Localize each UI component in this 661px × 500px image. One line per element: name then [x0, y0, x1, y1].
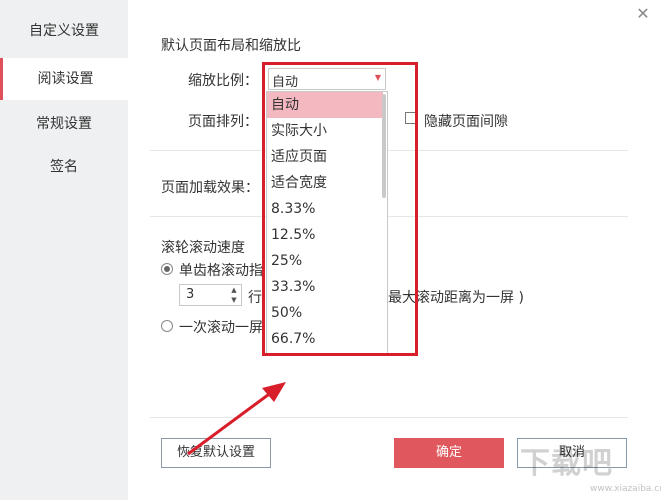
sidebar-item-general-settings[interactable]: 常规设置: [0, 103, 128, 145]
radio-one-screen[interactable]: [161, 320, 173, 332]
sidebar-item-signature[interactable]: 签名: [0, 146, 128, 188]
zoom-dropdown-list: 自动 实际大小 适应页面 适合宽度 8.33% 12.5% 25% 33.3% …: [266, 91, 388, 354]
radio-single-notch[interactable]: [161, 263, 173, 275]
divider: [150, 150, 628, 151]
zoom-option[interactable]: 适合宽度: [267, 170, 387, 196]
zoom-option[interactable]: 实际大小: [267, 118, 387, 144]
chevron-down-icon[interactable]: ▼: [375, 73, 381, 82]
ok-button[interactable]: 确定: [394, 438, 504, 468]
watermark-logo: 下载吧: [520, 446, 613, 481]
zoom-option[interactable]: 12.5%: [267, 222, 387, 248]
scroll-section-title: 滚轮滚动速度: [161, 240, 245, 256]
zoom-option[interactable]: 50%: [267, 300, 387, 326]
zoom-option[interactable]: 66.7%: [267, 326, 387, 352]
spin-up-icon[interactable]: ▲: [227, 285, 241, 295]
lines-unit-label: 行: [248, 290, 262, 306]
scroll-hint-text: 最大滚动距离为一屏 ): [388, 290, 524, 306]
zoom-select[interactable]: 自动 ▼: [268, 68, 386, 90]
zoom-option[interactable]: 适应页面: [267, 144, 387, 170]
hide-gap-label: 隐藏页面间隙: [424, 114, 508, 130]
scroll-lines-value: 3: [186, 287, 195, 302]
dropdown-scrollbar[interactable]: [382, 94, 386, 198]
zoom-label: 缩放比例：: [188, 73, 258, 89]
zoom-option[interactable]: 自动: [267, 92, 383, 118]
scroll-lines-stepper[interactable]: 3 ▲ ▼: [179, 284, 242, 306]
zoom-option[interactable]: 25%: [267, 248, 387, 274]
divider: [150, 417, 628, 418]
sidebar-title: 自定义设置: [29, 23, 99, 39]
radio-one-screen-label: 一次滚动一屏: [179, 320, 263, 336]
layout-section-title: 默认页面布局和缩放比: [161, 38, 301, 54]
hide-gap-checkbox[interactable]: [405, 112, 417, 124]
load-effect-label: 页面加载效果：: [161, 180, 259, 196]
radio-single-notch-label: 单齿格滚动指: [179, 263, 263, 279]
sidebar: 自定义设置 阅读设置 常规设置 签名: [0, 0, 128, 500]
page-arrange-label: 页面排列：: [188, 114, 258, 130]
spin-down-icon[interactable]: ▼: [227, 295, 241, 305]
close-icon[interactable]: ✕: [635, 6, 651, 22]
sidebar-item-reading-settings[interactable]: 阅读设置: [0, 58, 128, 100]
zoom-option[interactable]: 33.3%: [267, 274, 387, 300]
divider: [150, 216, 628, 217]
watermark-url: www.xiazaiba.com: [590, 484, 661, 494]
zoom-option[interactable]: 8.33%: [267, 196, 387, 222]
restore-default-button[interactable]: 恢复默认设置: [161, 438, 271, 468]
zoom-select-value: 自动: [272, 75, 299, 90]
